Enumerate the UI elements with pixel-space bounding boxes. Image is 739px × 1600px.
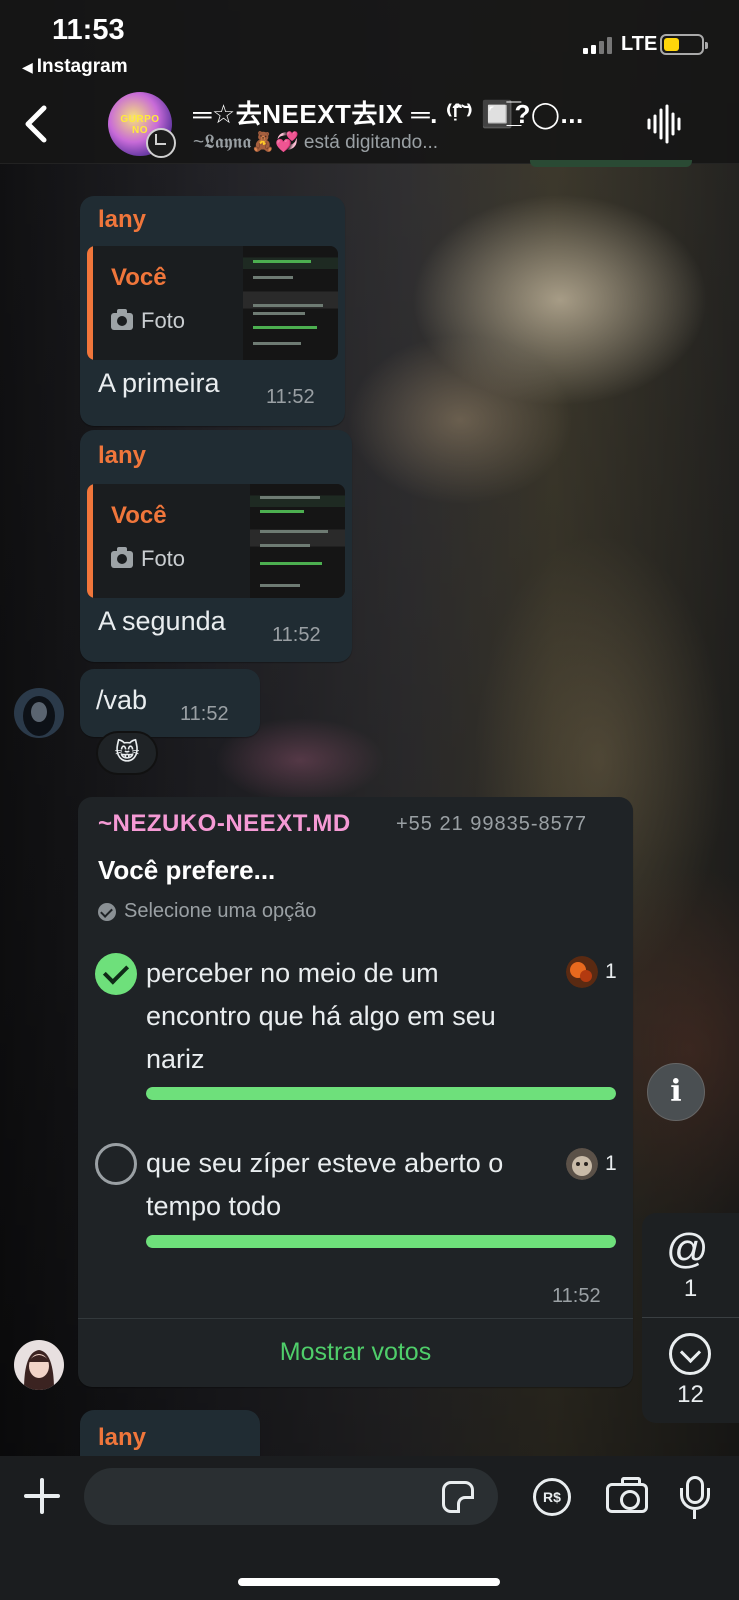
message-sender: lany: [98, 206, 147, 233]
sender-avatar[interactable]: [14, 688, 64, 738]
info-button[interactable]: i: [647, 1063, 705, 1121]
message-bubble[interactable]: lany Você Foto A primeira 11:52: [80, 196, 345, 426]
quoted-message[interactable]: Você Foto: [87, 484, 345, 598]
reaction-badge[interactable]: 😸: [96, 731, 158, 775]
back-triangle-icon: ◀: [22, 59, 33, 75]
attach-plus-icon[interactable]: [22, 1476, 62, 1516]
quoted-sender: Você: [111, 264, 167, 291]
poll-option-bar-fill: [146, 1235, 616, 1248]
voter-avatar: [566, 956, 598, 988]
voice-chat-icon[interactable]: [645, 104, 685, 144]
poll-option-bar-fill: [146, 1087, 616, 1100]
typing-indicator: ~𝕷𝖆𝖞𝖓𝖆🧸💞 está digitando...: [193, 132, 439, 153]
poll-option-checkbox[interactable]: [95, 953, 137, 995]
back-chevron-icon[interactable]: [18, 102, 58, 146]
poll-divider: [78, 1318, 633, 1319]
network-type: LTE: [621, 33, 658, 55]
signal-icon: [583, 36, 612, 54]
poll-question: Você prefere...: [98, 855, 276, 885]
timer-badge-icon: [146, 128, 176, 158]
scroll-down-icon[interactable]: [669, 1333, 711, 1375]
message-sender: lany: [98, 1424, 147, 1451]
message-bubble[interactable]: /vab 11:52: [80, 669, 260, 737]
message-time: 11:52: [272, 624, 321, 646]
poll-sender-phone: +55 21 99835-8577: [396, 813, 588, 835]
message-text: A primeira: [98, 368, 220, 398]
poll-option-text[interactable]: que seu zíper esteve aberto o tempo todo: [146, 1142, 526, 1228]
pinned-banner-tab: [530, 160, 692, 167]
message-text: A segunda: [98, 606, 226, 636]
sticker-icon[interactable]: [442, 1481, 474, 1513]
message-bubble[interactable]: lany Você Foto A segunda 11:52: [80, 430, 352, 662]
camera-icon[interactable]: [606, 1477, 648, 1513]
quoted-type-label: Foto: [141, 546, 186, 571]
mention-icon[interactable]: @: [666, 1225, 709, 1273]
voter-avatar: [566, 1148, 598, 1180]
camera-small-icon: [111, 546, 133, 568]
back-app-label: Instagram: [36, 56, 128, 77]
poll-hint-label: Selecione uma opção: [124, 900, 317, 922]
camera-small-icon: [111, 308, 133, 330]
group-name[interactable]: ═☆去NEEXT去IX ═. ⁽ᵎ᷄̂ ᷅⁾ 🔲̲̅?◯...: [193, 94, 613, 131]
poll-sender[interactable]: ~NEZUKO-NEEXT.MD: [98, 810, 351, 838]
message-input-bar: R$: [0, 1456, 739, 1600]
message-time: 11:52: [180, 703, 229, 725]
quoted-sender: Você: [111, 502, 167, 529]
poll-option-votes: 1: [605, 960, 617, 983]
chat-header: GURPO NO ═☆去NEEXT去IX ═. ⁽ᵎ᷄̂ ᷅⁾ 🔲̲̅?◯...…: [0, 88, 739, 164]
poll-option-text[interactable]: perceber no meio de um encontro que há a…: [146, 952, 526, 1081]
poll-time: 11:52: [552, 1285, 601, 1307]
microphone-icon[interactable]: [680, 1476, 710, 1520]
status-time: 11:53: [52, 14, 125, 46]
info-icon: i: [670, 1074, 682, 1109]
message-sender: lany: [98, 442, 147, 469]
back-to-app-link[interactable]: ◀ Instagram: [22, 56, 128, 78]
poll-option-votes: 1: [605, 1152, 617, 1175]
scroll-shortcuts-panel: @ 1 12: [642, 1213, 739, 1423]
show-votes-button[interactable]: Mostrar votos: [78, 1320, 633, 1384]
quoted-photo-thumbnail: [250, 484, 345, 598]
sender-avatar[interactable]: [14, 1340, 64, 1390]
mention-count: 1: [683, 1275, 698, 1302]
unread-count: 12: [677, 1381, 704, 1408]
poll-option-checkbox[interactable]: [95, 1143, 137, 1185]
status-bar: 11:53 ◀ Instagram LTE: [0, 0, 739, 88]
quoted-type-label: Foto: [141, 308, 186, 333]
poll-option-bar: [146, 1235, 616, 1248]
quoted-message[interactable]: Você Foto: [87, 246, 338, 360]
quoted-photo-thumbnail: [243, 246, 338, 360]
quoted-type: Foto: [111, 308, 185, 334]
home-indicator: [238, 1578, 500, 1586]
battery-icon: [660, 34, 708, 55]
poll-hint: Selecione uma opção: [98, 900, 316, 923]
payment-icon[interactable]: R$: [533, 1478, 571, 1516]
check-circle-icon: [98, 902, 116, 921]
message-input[interactable]: [84, 1468, 498, 1525]
quoted-type: Foto: [111, 546, 185, 572]
message-text: /vab: [96, 685, 148, 715]
poll-option-bar: [146, 1087, 616, 1100]
message-time: 11:52: [266, 386, 315, 408]
